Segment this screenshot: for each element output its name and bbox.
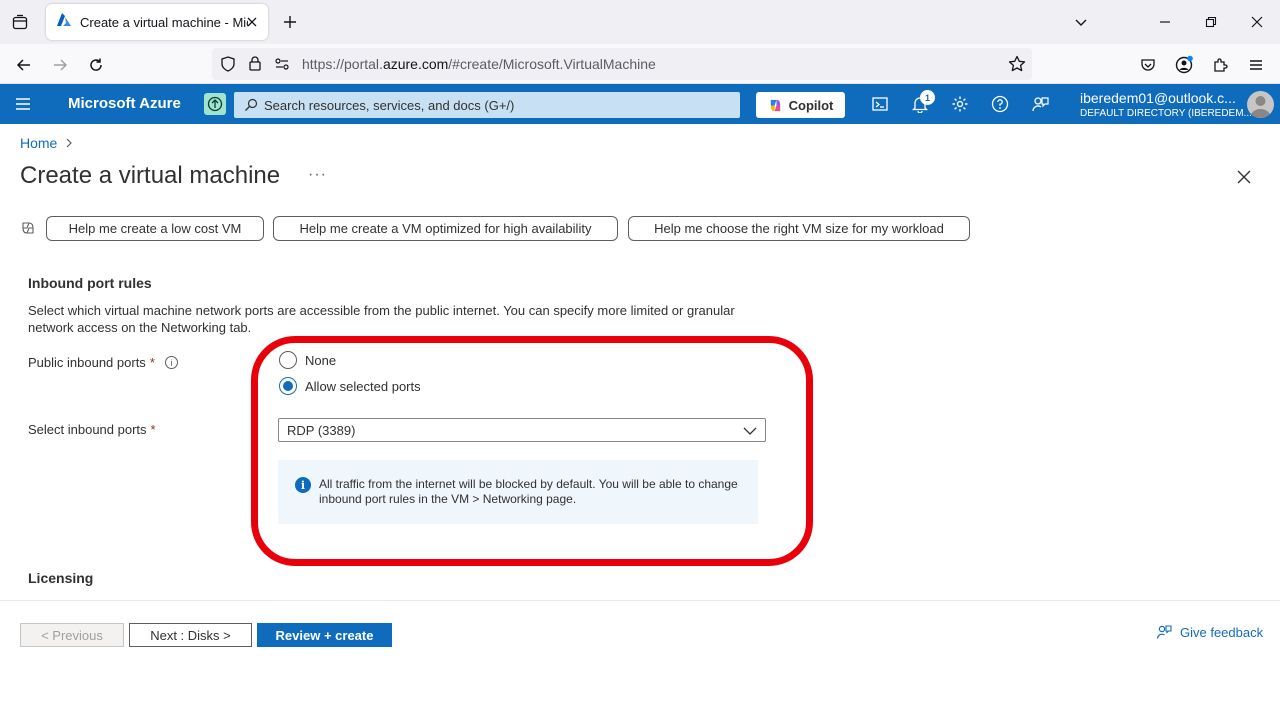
tab-title: Create a virtual machine - Micr	[80, 14, 248, 30]
footer-divider	[0, 600, 1280, 601]
chevron-right-icon	[65, 138, 73, 148]
chevron-down-icon	[743, 424, 757, 438]
account-icon[interactable]	[1173, 54, 1195, 76]
inbound-port-rules-heading: Inbound port rules	[28, 275, 152, 291]
site-permissions-icon[interactable]	[274, 56, 290, 77]
radio-allow-selected-circle[interactable]	[279, 377, 297, 395]
minimize-icon[interactable]	[1155, 12, 1175, 32]
required-asterisk: *	[150, 422, 156, 437]
breadcrumb-home-link[interactable]: Home	[20, 135, 57, 151]
pocket-icon[interactable]	[1137, 54, 1159, 76]
azure-logo-icon	[56, 12, 72, 33]
next-disks-button[interactable]: Next : Disks >	[129, 623, 252, 647]
extensions-icon[interactable]	[1209, 54, 1231, 76]
review-create-button[interactable]: Review + create	[257, 623, 392, 647]
help-icon[interactable]	[990, 94, 1010, 114]
shield-icon[interactable]	[220, 56, 236, 77]
copilot-label: Copilot	[788, 97, 834, 113]
global-search-input[interactable]: Search resources, services, and docs (G+…	[234, 92, 740, 118]
feedback-person-icon	[1156, 624, 1172, 640]
search-placeholder: Search resources, services, and docs (G+…	[264, 98, 515, 113]
give-feedback-link[interactable]: Give feedback	[1156, 624, 1263, 640]
give-feedback-label[interactable]: Give feedback	[1180, 625, 1263, 640]
radio-none-circle[interactable]	[279, 351, 297, 369]
avatar[interactable]	[1247, 91, 1274, 118]
reload-icon[interactable]	[85, 54, 107, 76]
close-blade-icon[interactable]	[1234, 167, 1254, 187]
account-directory[interactable]: DEFAULT DIRECTORY (IBEREDEM...	[1080, 108, 1252, 119]
help-vm-size-button[interactable]: Help me choose the right VM size for my …	[628, 216, 970, 241]
restore-icon[interactable]	[1201, 12, 1221, 32]
info-icon[interactable]: i	[164, 356, 178, 369]
radio-none-label[interactable]: None	[305, 353, 336, 368]
copilot-icon	[768, 98, 783, 113]
window-close-icon[interactable]	[1247, 12, 1267, 32]
more-options-button[interactable]: ···	[308, 166, 327, 184]
azure-brand[interactable]: Microsoft Azure	[68, 95, 181, 112]
help-high-availability-button[interactable]: Help me create a VM optimized for high a…	[273, 216, 618, 241]
radio-allow-selected-label[interactable]: Allow selected ports	[305, 379, 421, 394]
copilot-button[interactable]: Copilot	[756, 92, 845, 118]
notification-count-badge: 1	[920, 90, 935, 105]
cloud-shell-icon[interactable]	[870, 94, 890, 114]
required-asterisk: *	[149, 355, 155, 370]
portal-menu-icon[interactable]	[14, 96, 34, 112]
address-bar[interactable]: https://portal.azure.com/#create/Microso…	[212, 48, 1032, 80]
radio-allow-selected-ports[interactable]: Allow selected ports	[279, 377, 421, 395]
tab-list-icon[interactable]	[8, 10, 32, 34]
menu-icon[interactable]	[1245, 54, 1267, 76]
info-circle-icon: i	[295, 477, 311, 493]
lock-icon[interactable]	[248, 55, 262, 76]
licensing-heading: Licensing	[28, 570, 94, 586]
dropdown-selected-value: RDP (3389)	[287, 423, 356, 438]
browser-tab[interactable]: Create a virtual machine - Micr	[46, 4, 268, 40]
forward-icon[interactable]	[49, 54, 71, 76]
browser-tab-strip: Create a virtual machine - Micr	[0, 0, 1280, 44]
settings-gear-icon[interactable]	[950, 94, 970, 114]
inbound-description: Select which virtual machine network por…	[28, 303, 735, 335]
azure-top-bar: Microsoft Azure Search resources, servic…	[0, 84, 1280, 124]
radio-none[interactable]: None	[279, 351, 336, 369]
bookmark-star-icon[interactable]	[1008, 55, 1026, 78]
info-message-box: i All traffic from the internet will be …	[278, 460, 758, 524]
inbound-ports-dropdown[interactable]: RDP (3389)	[278, 418, 766, 442]
upgrade-icon[interactable]	[204, 93, 226, 115]
help-low-cost-vm-button[interactable]: Help me create a low cost VM	[46, 216, 264, 241]
back-icon[interactable]	[13, 54, 35, 76]
page-title: Create a virtual machine	[20, 162, 281, 189]
copilot-sparkle-icon	[20, 220, 36, 236]
public-inbound-ports-label: Public inbound ports * i	[28, 355, 178, 370]
select-inbound-ports-label: Select inbound ports *	[28, 422, 156, 437]
tab-close-icon[interactable]	[244, 14, 260, 30]
browser-nav-bar: https://portal.azure.com/#create/Microso…	[0, 44, 1280, 84]
account-email[interactable]: iberedem01@outlook.c...	[1080, 90, 1236, 106]
breadcrumb: Home	[20, 135, 73, 151]
url-text[interactable]: https://portal.azure.com/#create/Microso…	[302, 56, 656, 72]
feedback-icon[interactable]	[1030, 94, 1050, 114]
info-message-text: All traffic from the internet will be bl…	[319, 477, 738, 506]
red-highlight-annotation	[251, 336, 813, 566]
search-icon	[244, 98, 258, 117]
new-tab-icon[interactable]	[280, 12, 300, 32]
previous-button[interactable]: < Previous	[20, 623, 124, 647]
list-all-tabs-icon[interactable]	[1071, 12, 1091, 32]
